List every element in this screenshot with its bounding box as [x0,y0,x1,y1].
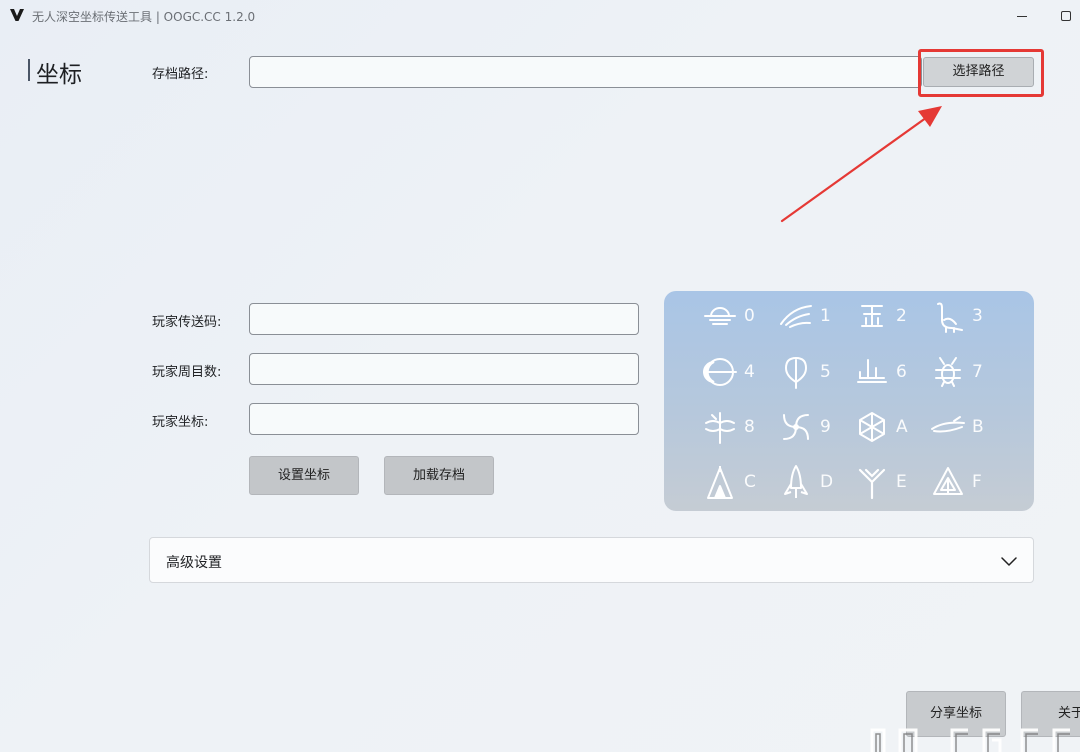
eclipse-glyph-icon [703,358,737,386]
boat-glyph-icon [857,359,887,383]
player-cycle-label: 玩家周目数: [152,365,222,380]
rocket-glyph-icon [784,465,808,498]
glyph-char: 4 [744,362,755,382]
save-path-label: 存档路径: [152,67,209,82]
glyph-char: 5 [820,362,831,382]
player-coord-label: 玩家坐标: [152,415,209,430]
player-code-input[interactable] [249,303,639,335]
highlight-box [918,49,1044,97]
glyph-panel: 0 1 2 3 4 5 6 7 8 9 A B C D E F [664,291,1034,511]
atlas-glyph-icon [933,467,963,495]
oogc-watermark [870,728,1070,752]
tree-glyph-icon [858,468,886,500]
glyph-char: 3 [972,306,983,326]
window-title: 无人深空坐标传送工具 | OOGC.CC 1.2.0 [32,10,256,24]
player-coord-input[interactable] [249,403,639,435]
player-code-label: 玩家传送码: [152,315,222,330]
glyph-f[interactable]: F [930,462,1020,502]
maximize-icon[interactable] [1056,6,1076,26]
diplo-glyph-icon [937,302,963,333]
player-cycle-input[interactable] [249,353,639,385]
sunset-glyph-icon [704,307,736,325]
glyph-char: 7 [972,362,983,382]
voxel-glyph-icon [859,412,885,442]
glyph-char: A [896,417,908,437]
glyph-char: 6 [896,362,907,382]
bird-glyph-icon [780,305,812,328]
set-coords-button[interactable]: 设置坐标 [249,456,359,495]
glyph-char: 8 [744,417,755,437]
glyph-char: B [972,417,984,437]
minimize-icon[interactable] [1012,6,1032,26]
save-path-input[interactable] [249,56,922,88]
app-window: 无人深空坐标传送工具 | OOGC.CC 1.2.0 坐标 存档路径: 选择路径… [0,0,1080,752]
galaxy-glyph-icon [783,414,809,440]
chevron-down-icon[interactable] [998,550,1020,572]
glyph-char: C [744,472,756,492]
glyph-char: E [896,472,907,492]
annotation-arrow [780,106,942,223]
fish-glyph-icon [931,416,965,433]
bug-glyph-icon [935,357,961,387]
advanced-settings-expander[interactable]: 高级设置 [149,537,1034,583]
tent-glyph-icon [707,466,733,499]
glyph-char: 0 [744,306,755,326]
page-title: 坐标 [36,62,82,88]
balloon-glyph-icon [784,356,808,389]
section-marker [28,59,30,81]
glyph-char: F [972,472,982,492]
glyph-char: 9 [820,417,831,437]
dragonfly-glyph-icon [705,412,735,444]
glyph-3[interactable]: 3 [930,296,1020,336]
glyph-b[interactable]: B [930,407,1020,447]
glyph-char: 2 [896,306,907,326]
glyph-7[interactable]: 7 [930,352,1020,392]
face-glyph-icon [861,305,883,327]
v-logo-icon [10,9,24,21]
glyph-char: D [820,472,834,492]
load-save-button[interactable]: 加载存档 [384,456,494,495]
title-bar: 无人深空坐标传送工具 | OOGC.CC 1.2.0 [0,0,1080,32]
glyph-char: 1 [820,306,831,326]
advanced-settings-label: 高级设置 [166,555,222,571]
